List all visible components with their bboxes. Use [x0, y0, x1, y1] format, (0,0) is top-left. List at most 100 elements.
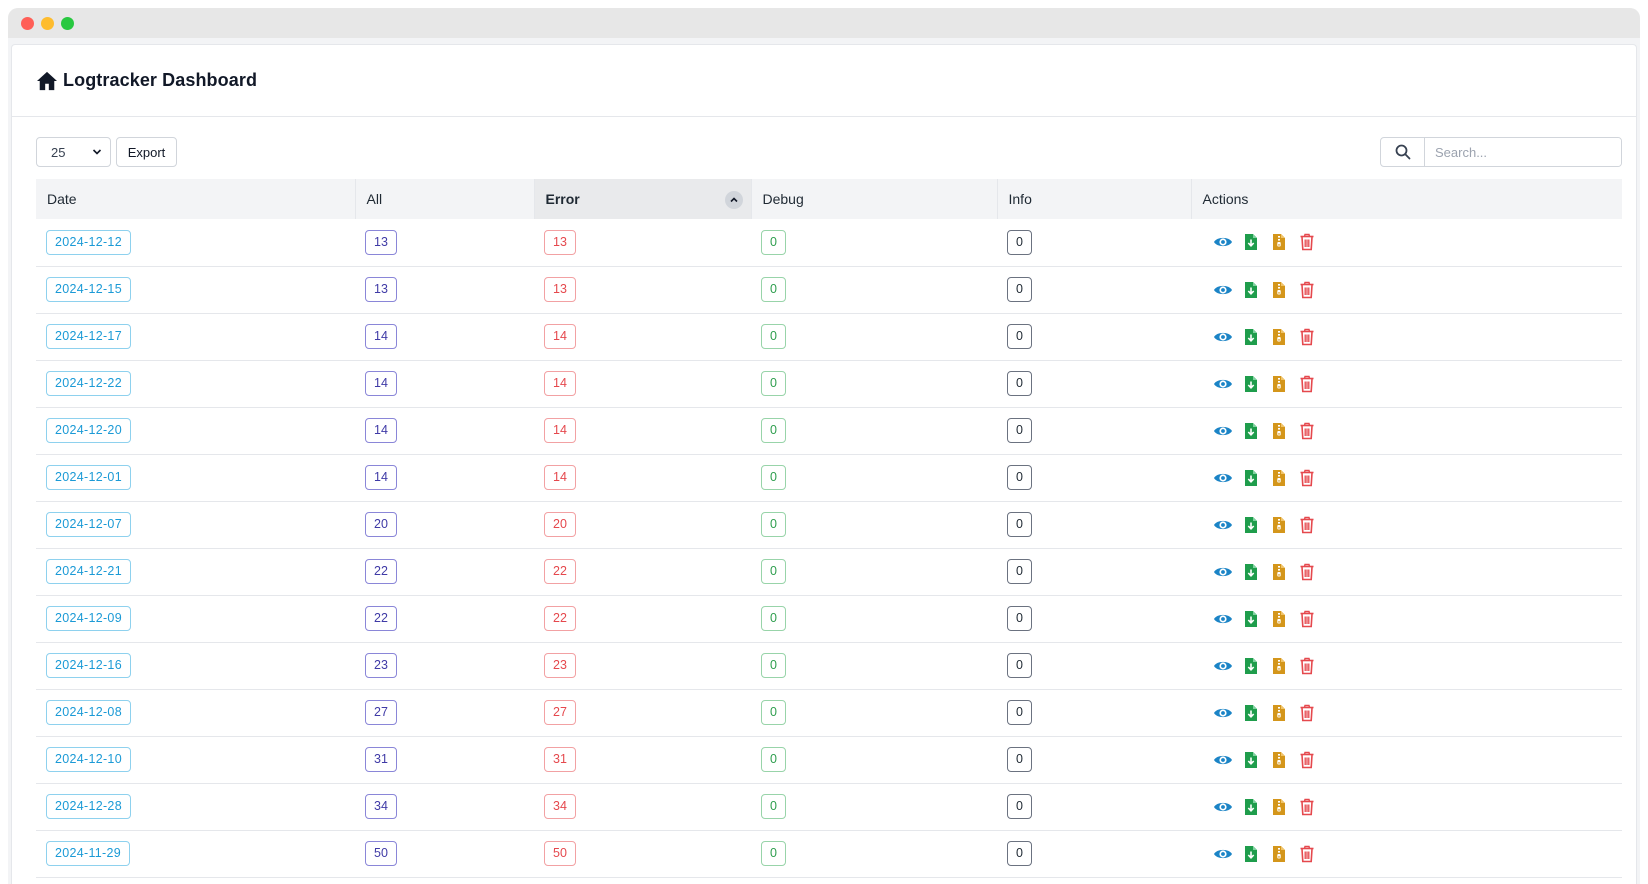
view-button[interactable]	[1213, 374, 1233, 394]
view-button[interactable]	[1213, 703, 1233, 723]
date-link[interactable]: 2024-12-07	[46, 512, 131, 537]
download-icon	[1244, 422, 1258, 440]
delete-icon	[1299, 751, 1315, 769]
all-count-badge: 14	[365, 465, 397, 490]
info-cell: 0	[997, 407, 1191, 454]
search-input[interactable]	[1425, 138, 1621, 166]
download-zip-button[interactable]	[1269, 421, 1289, 441]
download-button[interactable]	[1241, 232, 1261, 252]
delete-button[interactable]	[1297, 703, 1317, 723]
download-button[interactable]	[1241, 515, 1261, 535]
delete-button[interactable]	[1297, 280, 1317, 300]
view-button[interactable]	[1213, 515, 1233, 535]
error-count-badge: 14	[544, 418, 576, 443]
download-button[interactable]	[1241, 327, 1261, 347]
delete-button[interactable]	[1297, 421, 1317, 441]
delete-button[interactable]	[1297, 656, 1317, 676]
download-zip-button[interactable]	[1269, 515, 1289, 535]
download-button[interactable]	[1241, 562, 1261, 582]
view-button[interactable]	[1213, 232, 1233, 252]
maximize-window-button[interactable]	[61, 17, 74, 30]
debug-count-badge: 0	[761, 418, 786, 443]
date-link[interactable]: 2024-12-08	[46, 700, 131, 725]
view-button[interactable]	[1213, 844, 1233, 864]
delete-button[interactable]	[1297, 844, 1317, 864]
download-icon	[1244, 328, 1258, 346]
view-button[interactable]	[1213, 468, 1233, 488]
error-count-badge: 20	[544, 512, 576, 537]
column-header-info[interactable]: Info	[997, 179, 1192, 219]
page-size-select[interactable]: 25	[36, 137, 111, 167]
download-button[interactable]	[1241, 468, 1261, 488]
delete-button[interactable]	[1297, 609, 1317, 629]
view-button[interactable]	[1213, 797, 1233, 817]
delete-button[interactable]	[1297, 374, 1317, 394]
view-button[interactable]	[1213, 327, 1233, 347]
close-window-button[interactable]	[21, 17, 34, 30]
download-button[interactable]	[1241, 280, 1261, 300]
delete-button[interactable]	[1297, 797, 1317, 817]
date-cell: 2024-11-29	[36, 830, 355, 877]
all-count-badge: 14	[365, 371, 397, 396]
date-link[interactable]: 2024-11-29	[46, 841, 131, 866]
download-zip-button[interactable]	[1269, 562, 1289, 582]
download-button[interactable]	[1241, 703, 1261, 723]
download-zip-button[interactable]	[1269, 374, 1289, 394]
date-link[interactable]: 2024-12-01	[46, 465, 131, 490]
date-link[interactable]: 2024-12-22	[46, 371, 131, 396]
delete-button[interactable]	[1297, 468, 1317, 488]
date-link[interactable]: 2024-12-09	[46, 606, 131, 631]
date-link[interactable]: 2024-12-21	[46, 559, 131, 584]
delete-button[interactable]	[1297, 232, 1317, 252]
view-button[interactable]	[1213, 280, 1233, 300]
view-button[interactable]	[1213, 562, 1233, 582]
download-zip-button[interactable]	[1269, 468, 1289, 488]
delete-icon	[1299, 610, 1315, 628]
delete-button[interactable]	[1297, 750, 1317, 770]
delete-button[interactable]	[1297, 562, 1317, 582]
export-button[interactable]: Export	[116, 137, 177, 167]
minimize-window-button[interactable]	[41, 17, 54, 30]
download-button[interactable]	[1241, 844, 1261, 864]
date-link[interactable]: 2024-12-16	[46, 653, 131, 678]
info-cell: 0	[997, 219, 1191, 266]
all-cell: 14	[355, 313, 534, 360]
view-button[interactable]	[1213, 421, 1233, 441]
download-button[interactable]	[1241, 656, 1261, 676]
search-icon[interactable]	[1381, 138, 1425, 166]
download-zip-button[interactable]	[1269, 703, 1289, 723]
archive-icon	[1272, 751, 1286, 769]
delete-button[interactable]	[1297, 515, 1317, 535]
download-button[interactable]	[1241, 797, 1261, 817]
date-link[interactable]: 2024-12-12	[46, 229, 131, 255]
download-button[interactable]	[1241, 421, 1261, 441]
table-row: 2024-12-15 13 13 0 0	[36, 266, 1622, 313]
all-count-badge: 13	[365, 229, 397, 255]
download-button[interactable]	[1241, 609, 1261, 629]
date-link[interactable]: 2024-12-28	[46, 794, 131, 819]
download-button[interactable]	[1241, 374, 1261, 394]
download-zip-button[interactable]	[1269, 609, 1289, 629]
download-zip-button[interactable]	[1269, 280, 1289, 300]
date-cell: 2024-12-09	[36, 595, 355, 642]
column-header-all[interactable]: All	[355, 179, 535, 219]
column-header-date[interactable]: Date	[36, 179, 356, 219]
date-link[interactable]: 2024-12-17	[46, 324, 131, 349]
date-link[interactable]: 2024-12-15	[46, 277, 131, 302]
view-icon	[1213, 846, 1233, 862]
column-header-error[interactable]: Error	[534, 179, 752, 219]
download-zip-button[interactable]	[1269, 327, 1289, 347]
view-button[interactable]	[1213, 656, 1233, 676]
download-zip-button[interactable]	[1269, 844, 1289, 864]
date-link[interactable]: 2024-12-20	[46, 418, 131, 443]
column-header-debug[interactable]: Debug	[751, 179, 998, 219]
download-zip-button[interactable]	[1269, 797, 1289, 817]
download-zip-button[interactable]	[1269, 232, 1289, 252]
view-button[interactable]	[1213, 609, 1233, 629]
delete-button[interactable]	[1297, 327, 1317, 347]
view-button[interactable]	[1213, 750, 1233, 770]
date-link[interactable]: 2024-12-10	[46, 747, 131, 772]
download-zip-button[interactable]	[1269, 750, 1289, 770]
download-zip-button[interactable]	[1269, 656, 1289, 676]
download-button[interactable]	[1241, 750, 1261, 770]
